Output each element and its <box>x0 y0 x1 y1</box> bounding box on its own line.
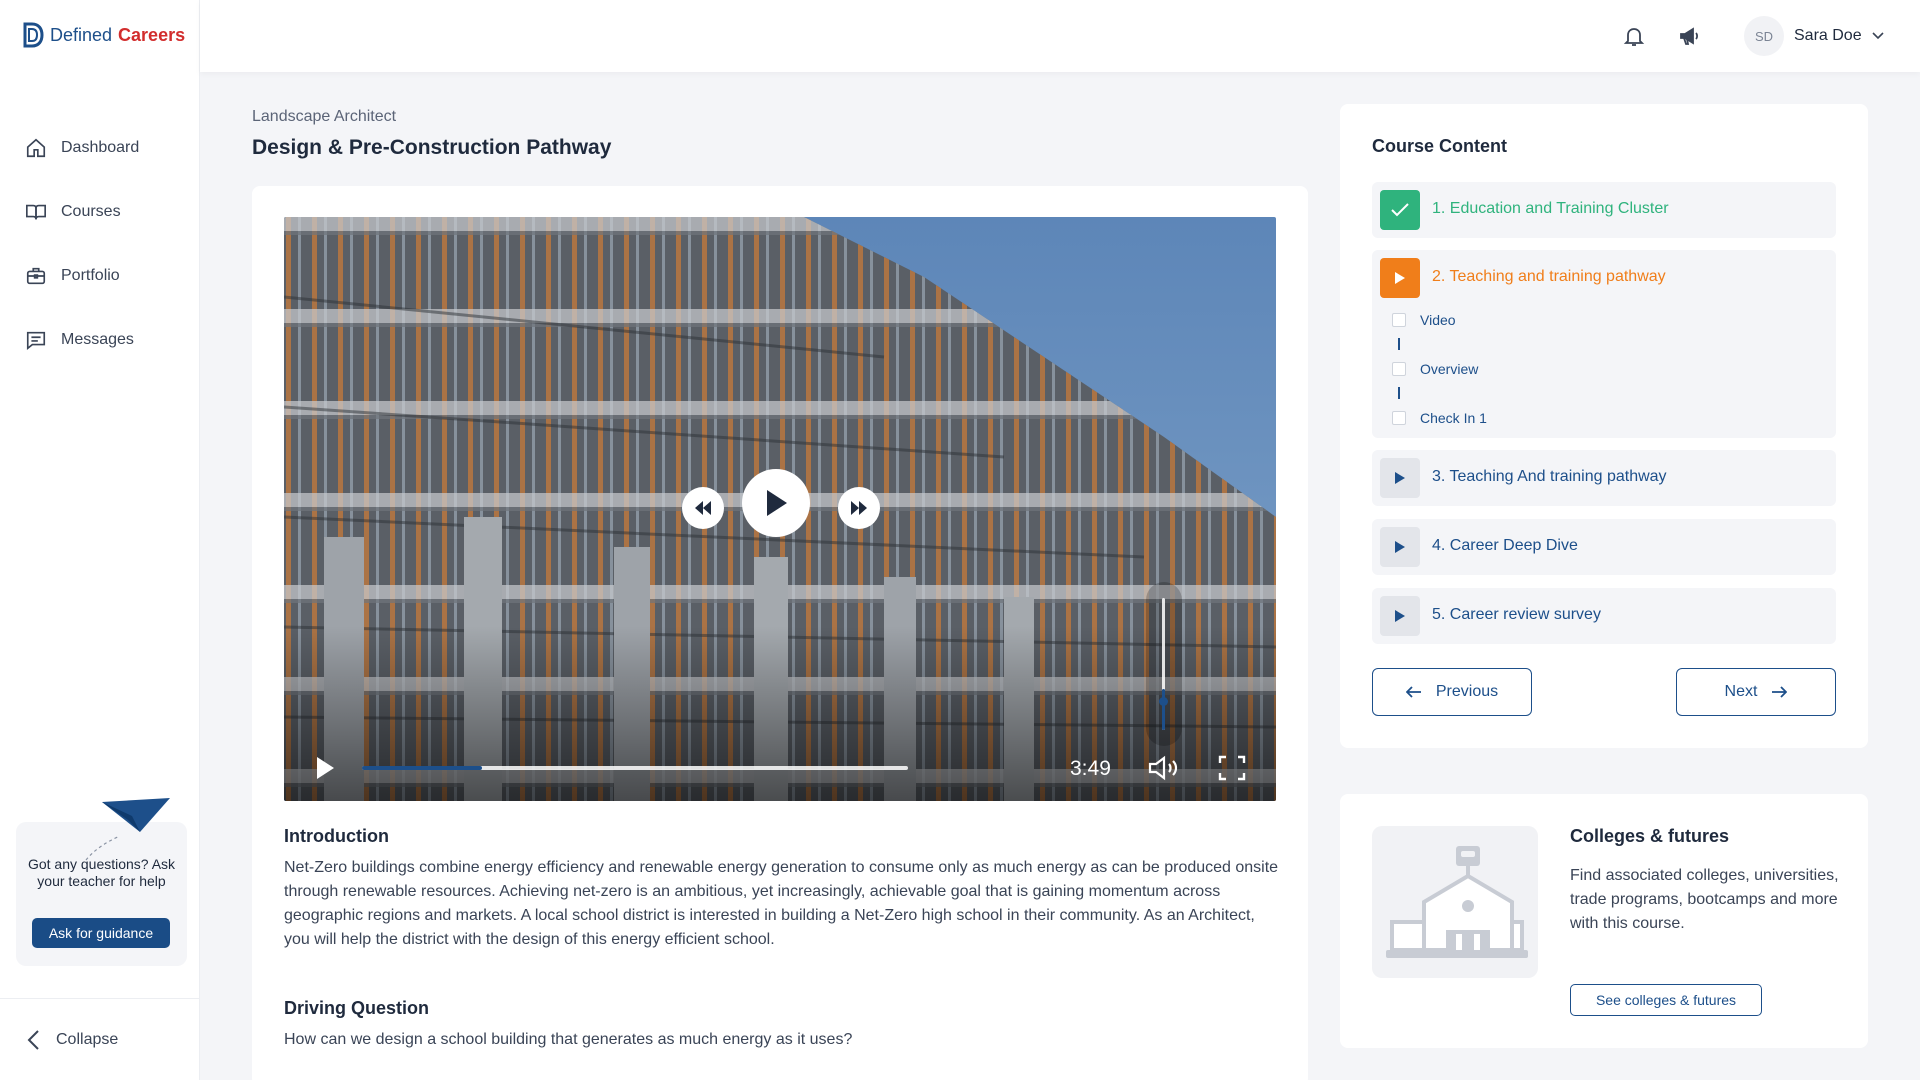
module-item-5[interactable]: 5. Career review survey <box>1372 588 1836 644</box>
lesson-card: 3:49 Introduction Net-Zero buildings com… <box>252 186 1308 1080</box>
subitem-connector <box>1398 338 1400 350</box>
avatar: SD <box>1744 16 1784 56</box>
volume-icon[interactable] <box>1148 755 1180 781</box>
logo[interactable]: Defined Careers <box>22 22 185 48</box>
rewind-icon <box>695 501 711 515</box>
previous-label: Previous <box>1435 683 1499 700</box>
collapse-button[interactable]: Collapse <box>0 998 200 1080</box>
rewind-button[interactable] <box>682 487 724 529</box>
logo-text-defined: Defined <box>50 24 113 45</box>
play-icon <box>1380 527 1420 567</box>
sidebar: Defined Careers Dashboard Courses Portfo… <box>0 0 200 1080</box>
message-icon <box>26 331 46 350</box>
subitem-checkbox[interactable] <box>1392 313 1406 327</box>
volume-fill <box>1162 688 1165 730</box>
subitem-overview[interactable]: Overview <box>1392 361 1478 377</box>
book-icon <box>26 204 46 220</box>
next-label: Next <box>1724 683 1758 700</box>
video-player[interactable]: 3:49 <box>284 217 1276 801</box>
user-name: Sara Doe <box>1794 27 1862 44</box>
next-button[interactable]: Next <box>1676 668 1836 716</box>
video-progress-bar[interactable] <box>362 766 908 770</box>
volume-slider[interactable] <box>1146 582 1182 746</box>
see-colleges-button[interactable]: See colleges & futures <box>1570 984 1762 1016</box>
sidebar-item-courses[interactable]: Courses <box>0 180 200 244</box>
volume-knob[interactable] <box>1159 696 1168 706</box>
colleges-title: Colleges & futures <box>1570 826 1730 846</box>
course-content-title: Course Content <box>1372 136 1507 156</box>
subitem-label: Overview <box>1420 361 1479 377</box>
fullscreen-icon[interactable] <box>1218 755 1246 781</box>
arrow-right-icon <box>1772 686 1788 698</box>
help-card: Got any questions? Ask your teacher for … <box>16 798 187 966</box>
sidebar-item-dashboard[interactable]: Dashboard <box>0 116 200 180</box>
chevron-left-icon <box>27 1029 39 1050</box>
course-content-panel: Course Content 1. Education and Training… <box>1340 104 1868 748</box>
sidebar-nav: Dashboard Courses Portfolio Messages <box>0 116 200 372</box>
collapse-label: Collapse <box>56 1030 119 1048</box>
driving-question-heading: Driving Question <box>284 998 430 1018</box>
video-progress-fill <box>362 766 483 770</box>
video-time: 3:49 <box>1070 757 1111 780</box>
bell-icon[interactable] <box>1622 24 1646 48</box>
page-title: Design & Pre-Construction Pathway <box>252 136 612 159</box>
module-item-3[interactable]: 3. Teaching And training pathway <box>1372 450 1836 506</box>
school-building-icon <box>1386 846 1528 958</box>
top-header: SD Sara Doe <box>200 0 1920 72</box>
module-label: 4. Career Deep Dive <box>1432 537 1578 554</box>
sidebar-item-portfolio[interactable]: Portfolio <box>0 244 200 308</box>
paper-plane-icon <box>85 798 170 861</box>
small-play-icon[interactable] <box>314 755 336 781</box>
home-icon <box>26 138 46 158</box>
fast-forward-icon <box>851 501 867 515</box>
play-icon <box>1380 458 1420 498</box>
driving-question-text: How can we design a school building that… <box>284 1031 853 1048</box>
arrow-left-icon <box>1405 686 1421 698</box>
logo-mark-icon <box>23 22 44 48</box>
play-icon <box>767 490 787 516</box>
subitem-check-in-1[interactable]: Check In 1 <box>1392 410 1487 426</box>
module-item-2[interactable]: 2. Teaching and training pathway Video O… <box>1372 250 1836 438</box>
check-icon <box>1380 190 1420 230</box>
module-item-4[interactable]: 4. Career Deep Dive <box>1372 519 1836 575</box>
briefcase-icon <box>26 267 46 285</box>
megaphone-icon[interactable] <box>1678 24 1702 48</box>
sidebar-item-messages[interactable]: Messages <box>0 308 200 372</box>
play-icon <box>1380 258 1420 298</box>
play-icon <box>1380 596 1420 636</box>
module-label: 3. Teaching And training pathway <box>1432 468 1667 485</box>
subitem-checkbox[interactable] <box>1392 411 1406 425</box>
subitem-video[interactable]: Video <box>1392 312 1456 328</box>
chevron-down-icon <box>1872 32 1884 40</box>
module-label: 2. Teaching and training pathway <box>1432 268 1666 285</box>
college-illustration <box>1372 826 1538 978</box>
fast-forward-button[interactable] <box>838 487 880 529</box>
play-pause-button[interactable] <box>742 469 810 537</box>
subitem-label: Video <box>1420 312 1456 328</box>
module-item-1[interactable]: 1. Education and Training Cluster <box>1372 182 1836 238</box>
subitem-checkbox[interactable] <box>1392 362 1406 376</box>
sidebar-item-label: Messages <box>61 331 134 348</box>
module-label: 5. Career review survey <box>1432 606 1601 623</box>
sidebar-item-label: Portfolio <box>61 267 120 284</box>
sidebar-item-label: Courses <box>61 203 121 220</box>
logo-text-careers: Careers <box>118 24 186 45</box>
ask-for-guidance-button[interactable]: Ask for guidance <box>32 918 170 948</box>
previous-button[interactable]: Previous <box>1372 668 1532 716</box>
sidebar-item-label: Dashboard <box>61 139 140 156</box>
user-menu[interactable]: SD Sara Doe <box>1744 16 1884 56</box>
introduction-text: Net-Zero buildings combine energy effici… <box>284 859 1279 948</box>
subitem-connector <box>1398 387 1400 399</box>
colleges-card: Colleges & futures Find associated colle… <box>1340 794 1868 1048</box>
colleges-description: Find associated colleges, universities, … <box>1570 867 1839 932</box>
module-label: 1. Education and Training Cluster <box>1432 200 1669 217</box>
introduction-heading: Introduction <box>284 826 389 846</box>
breadcrumb[interactable]: Landscape Architect <box>252 108 396 126</box>
subitem-label: Check In 1 <box>1420 410 1487 426</box>
help-text: Got any questions? Ask your teacher for … <box>27 856 176 889</box>
